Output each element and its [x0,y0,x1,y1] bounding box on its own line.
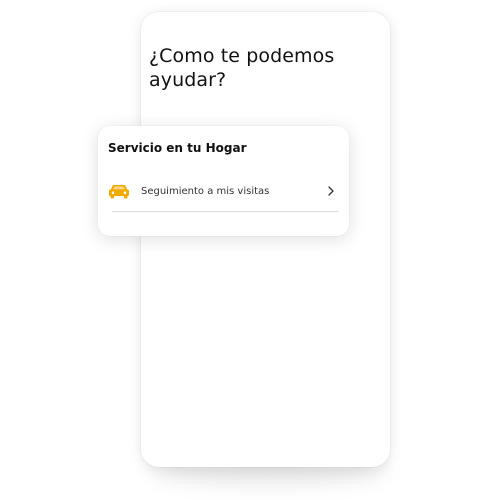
page-title: ¿Como te podemos ayudar? [149,45,335,91]
chevron-right-icon [325,185,337,197]
service-card: Servicio en tu Hogar Seguimiento a mis v… [98,126,349,236]
list-item-label: Seguimiento a mis visitas [141,185,270,197]
row-divider [112,211,338,212]
app-stage: ¿Como te podemos ayudar? Servicio en tu … [0,0,500,500]
list-item-visit-tracking[interactable]: Seguimiento a mis visitas [105,176,341,206]
car-icon [107,181,131,201]
card-title: Servicio en tu Hogar [108,141,247,155]
